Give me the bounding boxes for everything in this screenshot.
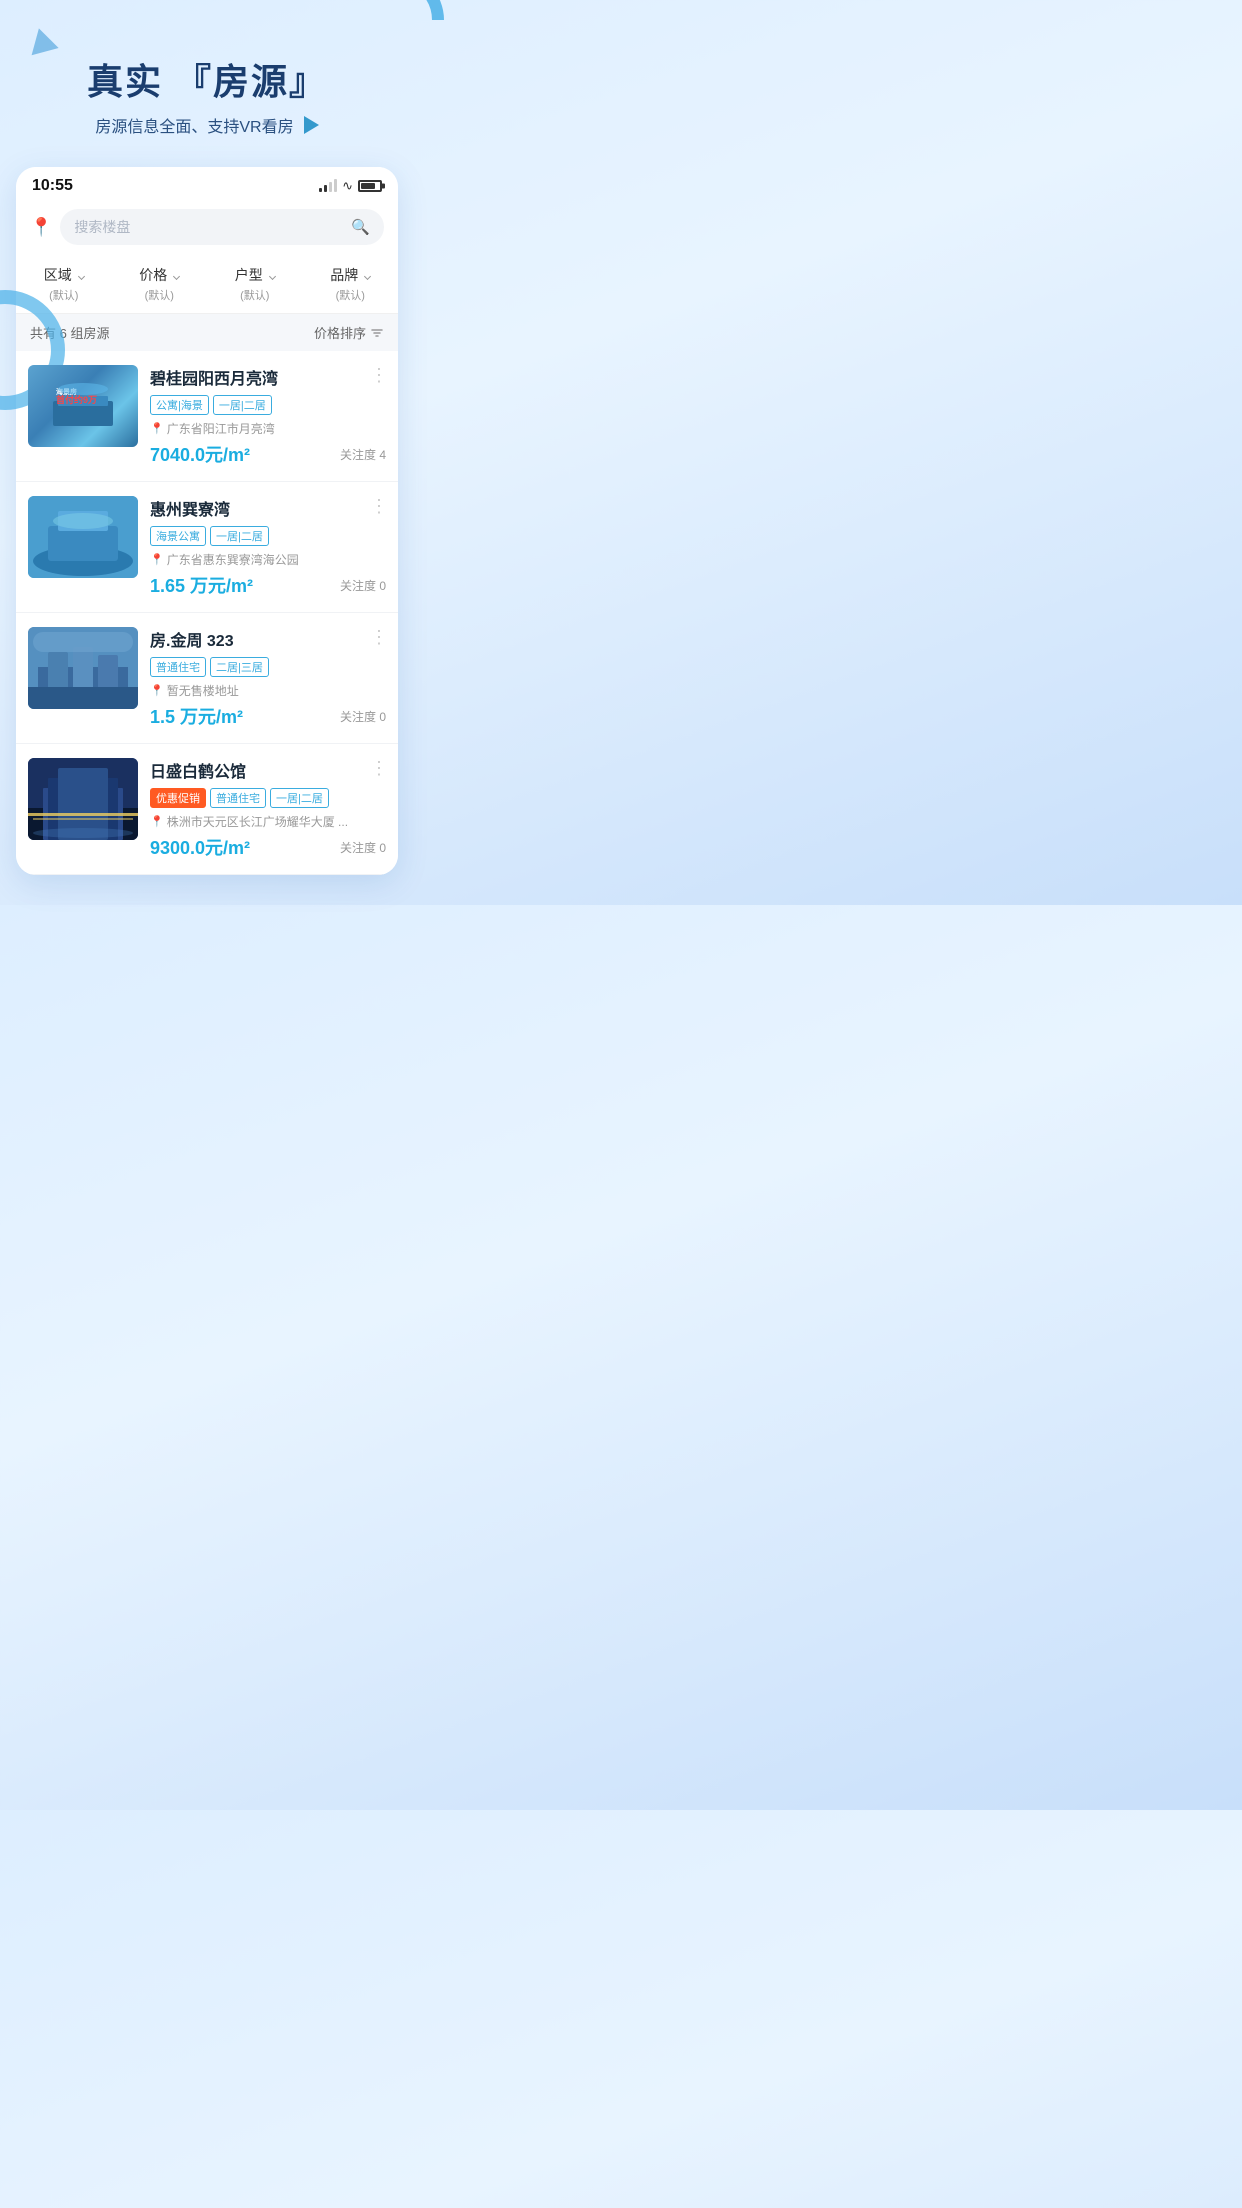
listing-title: 日盛白鹤公馆 bbox=[150, 758, 386, 782]
status-time: 10:55 bbox=[32, 177, 73, 195]
location-text: 广东省阳江市月亮湾 bbox=[167, 420, 275, 437]
tags-row: 普通住宅 二居|三居 bbox=[150, 657, 386, 677]
tags-row: 海景公寓 一居|二居 bbox=[150, 526, 386, 546]
chevron-icon bbox=[269, 273, 276, 280]
price: 7040.0元/m² bbox=[150, 441, 250, 467]
filter-item-price[interactable]: 价格 (默认) bbox=[112, 255, 208, 313]
tag: 一居|二居 bbox=[213, 395, 272, 415]
listing-info-1: 碧桂园阳西月亮湾 公寓|海景 一居|二居 📍 广东省阳江市月亮湾 7040.0元… bbox=[150, 365, 386, 467]
listing-title: 碧桂园阳西月亮湾 bbox=[150, 365, 386, 389]
location-icon: 📍 bbox=[30, 217, 52, 238]
search-bar[interactable]: 📍 搜索楼盘 🔍 bbox=[16, 201, 398, 255]
attention: 关注度 0 bbox=[340, 577, 386, 594]
tag: 海景公寓 bbox=[150, 526, 206, 546]
tag: 一居|二居 bbox=[210, 526, 269, 546]
location-text: 暂无售楼地址 bbox=[167, 682, 239, 699]
more-button[interactable]: ⋮ bbox=[370, 758, 388, 779]
listing-card[interactable]: 房.金周 323 普通住宅 二居|三居 📍 暂无售楼地址 1.5 万元/m² 关… bbox=[16, 613, 398, 744]
price-row: 9300.0元/m² 关注度 0 bbox=[150, 834, 386, 860]
listing-image-2 bbox=[28, 496, 138, 578]
location-pin-icon: 📍 bbox=[150, 815, 164, 828]
listing-card[interactable]: 海景房 首付约9万 碧桂园阳西月亮湾 公寓|海景 一居|二居 📍 广东省阳江市月… bbox=[16, 351, 398, 482]
filter-item-brand[interactable]: 品牌 (默认) bbox=[303, 255, 399, 313]
attention: 关注度 0 bbox=[340, 708, 386, 725]
sort-label[interactable]: 价格排序 bbox=[314, 323, 384, 342]
chevron-icon bbox=[173, 273, 180, 280]
listing-info-2: 惠州巽寮湾 海景公寓 一居|二居 📍 广东省惠东巽寮湾海公园 1.65 万元/m… bbox=[150, 496, 386, 598]
location-pin-icon: 📍 bbox=[150, 422, 164, 435]
price-row: 1.5 万元/m² 关注度 0 bbox=[150, 703, 386, 729]
tags-row: 优惠促销 普通住宅 一居|二居 bbox=[150, 788, 386, 808]
status-icons: ∿ bbox=[319, 178, 382, 194]
listings-container: 海景房 首付约9万 碧桂园阳西月亮湾 公寓|海景 一居|二居 📍 广东省阳江市月… bbox=[16, 351, 398, 875]
listing-image-4 bbox=[28, 758, 138, 840]
price: 9300.0元/m² bbox=[150, 834, 250, 860]
chevron-icon bbox=[78, 273, 85, 280]
tag: 公寓|海景 bbox=[150, 395, 209, 415]
hero-title: 真实 『房源』 bbox=[20, 60, 394, 103]
status-bar: 10:55 ∿ bbox=[16, 167, 398, 201]
listing-card[interactable]: 日盛白鹤公馆 优惠促销 普通住宅 一居|二居 📍 株洲市天元区长江广场耀华大厦 … bbox=[16, 744, 398, 875]
price: 1.65 万元/m² bbox=[150, 572, 253, 598]
filter-bar: 区域 (默认) 价格 (默认) 户型 (默认) 品牌 (默认) bbox=[16, 255, 398, 314]
wifi-icon: ∿ bbox=[342, 178, 353, 194]
phone-mockup: 10:55 ∿ 📍 搜索楼盘 🔍 区域 (默认) 价格 bbox=[16, 167, 398, 875]
listing-title: 房.金周 323 bbox=[150, 627, 386, 651]
listing-info-4: 日盛白鹤公馆 优惠促销 普通住宅 一居|二居 📍 株洲市天元区长江广场耀华大厦 … bbox=[150, 758, 386, 860]
listing-image-3 bbox=[28, 627, 138, 709]
tag: 普通住宅 bbox=[150, 657, 206, 677]
promo-tag: 优惠促销 bbox=[150, 788, 206, 808]
price: 1.5 万元/m² bbox=[150, 703, 243, 729]
price-row: 7040.0元/m² 关注度 4 bbox=[150, 441, 386, 467]
listing-info-3: 房.金周 323 普通住宅 二居|三居 📍 暂无售楼地址 1.5 万元/m² 关… bbox=[150, 627, 386, 729]
tag: 一居|二居 bbox=[270, 788, 329, 808]
search-input[interactable]: 搜索楼盘 🔍 bbox=[60, 209, 384, 245]
attention: 关注度 0 bbox=[340, 839, 386, 856]
location-row: 📍 广东省惠东巽寮湾海公园 bbox=[150, 551, 386, 568]
location-pin-icon: 📍 bbox=[150, 684, 164, 697]
location-text: 广东省惠东巽寮湾海公园 bbox=[167, 551, 299, 568]
location-row: 📍 株洲市天元区长江广场耀华大厦 ... bbox=[150, 813, 386, 830]
chevron-icon bbox=[364, 273, 371, 280]
battery-icon bbox=[358, 180, 382, 192]
tag: 普通住宅 bbox=[210, 788, 266, 808]
location-row: 📍 广东省阳江市月亮湾 bbox=[150, 420, 386, 437]
attention: 关注度 4 bbox=[340, 446, 386, 463]
svg-text:首付约9万: 首付约9万 bbox=[56, 394, 97, 405]
hero-subtitle: 房源信息全面、支持VR看房 bbox=[20, 113, 394, 137]
filter-item-type[interactable]: 户型 (默认) bbox=[207, 255, 303, 313]
tag: 二居|三居 bbox=[210, 657, 269, 677]
sort-icon bbox=[370, 326, 384, 340]
listing-card[interactable]: 惠州巽寮湾 海景公寓 一居|二居 📍 广东省惠东巽寮湾海公园 1.65 万元/m… bbox=[16, 482, 398, 613]
results-bar: 共有 6 组房源 价格排序 bbox=[16, 314, 398, 351]
listing-title: 惠州巽寮湾 bbox=[150, 496, 386, 520]
more-button[interactable]: ⋮ bbox=[370, 627, 388, 648]
search-icon: 🔍 bbox=[351, 218, 370, 236]
price-row: 1.65 万元/m² 关注度 0 bbox=[150, 572, 386, 598]
location-row: 📍 暂无售楼地址 bbox=[150, 682, 386, 699]
tags-row: 公寓|海景 一居|二居 bbox=[150, 395, 386, 415]
signal-icon bbox=[319, 180, 337, 192]
location-pin-icon: 📍 bbox=[150, 553, 164, 566]
listing-image-1: 海景房 首付约9万 bbox=[28, 365, 138, 447]
hero-section: 真实 『房源』 房源信息全面、支持VR看房 bbox=[0, 0, 414, 167]
more-button[interactable]: ⋮ bbox=[370, 496, 388, 517]
more-button[interactable]: ⋮ bbox=[370, 365, 388, 386]
play-icon bbox=[304, 116, 319, 134]
location-text: 株洲市天元区长江广场耀华大厦 ... bbox=[167, 813, 348, 830]
search-placeholder: 搜索楼盘 bbox=[74, 217, 130, 237]
